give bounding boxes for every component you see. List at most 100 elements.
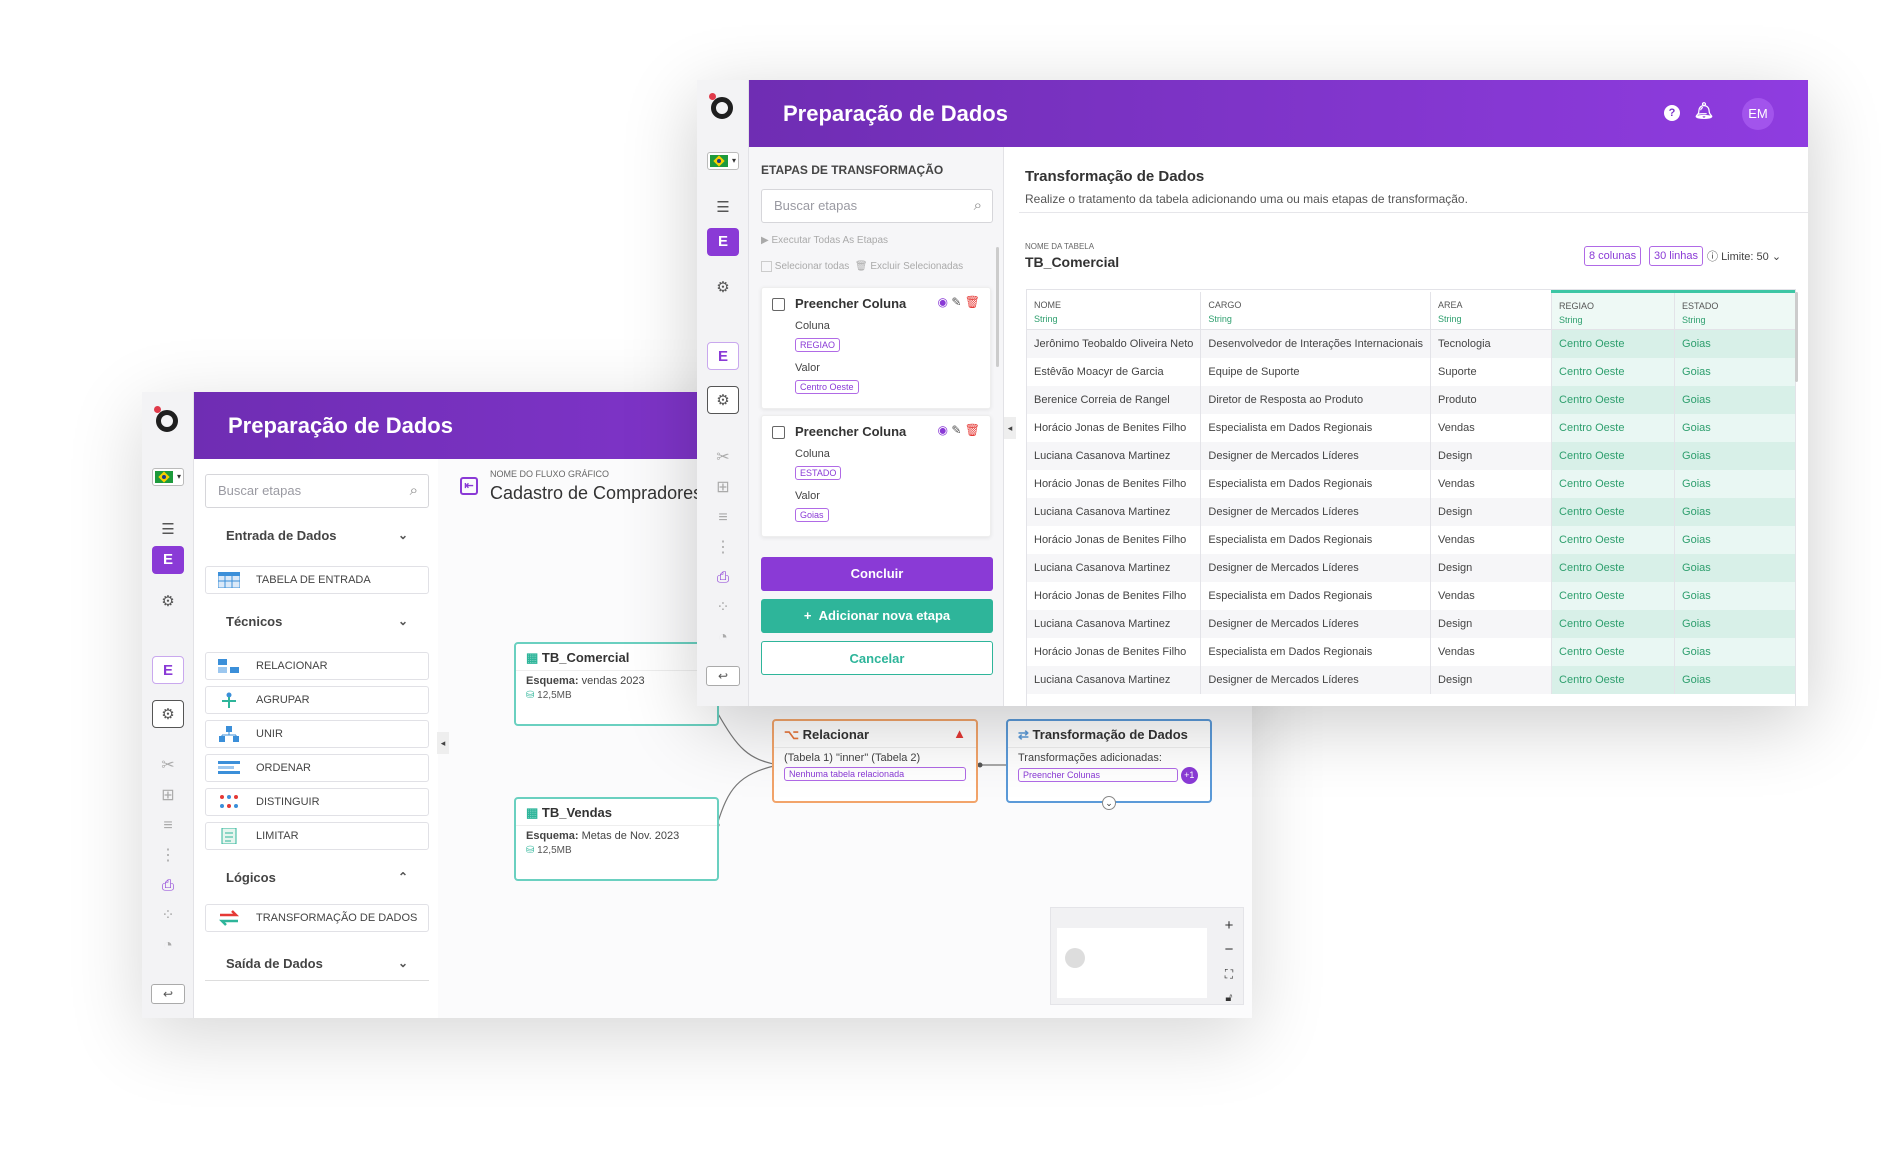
chevron-down-icon[interactable]: ⌄ (398, 956, 408, 970)
column-header[interactable]: REGIAO String (1551, 290, 1676, 330)
delete-selected-button[interactable]: Excluir Selecionadas (870, 261, 963, 272)
chart-pie-icon[interactable]: ◔ (152, 932, 184, 960)
limit-select[interactable]: ⓘ Limite: 50 ⌄ (1707, 248, 1781, 264)
gear-box-icon[interactable]: ⚙ (707, 386, 739, 414)
steps-search-input[interactable]: Buscar etapas ⌕ (761, 189, 993, 223)
menu-indent-icon[interactable]: ☰ (152, 516, 184, 544)
chevron-up-icon[interactable]: ⌃ (398, 870, 408, 884)
run-all-button[interactable]: ▶ Executar Todas As Etapas (761, 235, 888, 246)
node-tb-vendas[interactable]: ▦ TB_Vendas Esquema: Metas de Nov. 2023 … (514, 797, 719, 881)
return-icon[interactable]: ↩ (706, 666, 740, 686)
columns-icon[interactable]: ⋮ (707, 534, 739, 562)
chevron-down-icon[interactable]: ⌄ (398, 528, 408, 542)
chevron-down-icon: ⌄ (1771, 251, 1782, 263)
palette-item-agrupar[interactable]: AGRUPAR (205, 686, 429, 714)
palette-item-distinguir[interactable]: DISTINGUIR (205, 788, 429, 816)
palette-item-tabela-entrada[interactable]: TABELA DE ENTRADA (205, 566, 429, 594)
column-header[interactable]: NOME String (1027, 291, 1202, 330)
minimap[interactable]: + − ⛶ 🔓︎ (1050, 907, 1244, 1005)
step-card[interactable]: Preencher Coluna ◉ ✎ 🗑︎ Coluna ESTADO Va… (761, 415, 991, 537)
node-badge[interactable]: +1 (1180, 767, 1198, 784)
collapse-handle[interactable]: ◂ (437, 732, 449, 754)
list-icon[interactable]: ≡ (152, 812, 184, 840)
eye-icon[interactable]: ◉ (938, 423, 948, 437)
menu-indent-icon[interactable]: ☰ (707, 194, 739, 222)
gear-icon[interactable]: ⚙ (152, 588, 184, 616)
node-transformacao[interactable]: ⇄ Transformação de Dados Transformações … (1006, 719, 1212, 810)
help-icon[interactable]: ? (1664, 105, 1680, 121)
section-tecnicos[interactable]: Técnicos ⌄ (226, 614, 408, 629)
palette-item-ordenar[interactable]: ORDENAR (205, 754, 429, 782)
zoom-in-icon[interactable]: + (1221, 914, 1237, 938)
language-flag-icon[interactable]: ▾ (707, 152, 739, 170)
select-all-label[interactable]: Selecionar todas (775, 261, 850, 272)
search-icon: ⌕ (973, 197, 982, 214)
hierarchy-icon[interactable]: ⊞ (707, 474, 739, 502)
eye-icon[interactable]: ◉ (938, 295, 948, 309)
tools-icon[interactable]: ✂ (707, 444, 739, 472)
scatter-icon[interactable]: ⁘ (707, 594, 739, 622)
lock-icon[interactable]: 🔓︎ (1221, 986, 1237, 1010)
language-flag-icon[interactable]: ▾ (152, 468, 184, 486)
section-logicos[interactable]: Lógicos ⌃ (226, 870, 408, 885)
conclude-button[interactable]: Concluir (761, 557, 993, 591)
chart-pie-icon[interactable]: ◔ (707, 624, 739, 652)
table-cell: Jerônimo Teobaldo Oliveira Neto (1027, 329, 1202, 358)
select-all-checkbox[interactable] (761, 261, 772, 272)
bell-icon[interactable]: 🔔︎ (1694, 102, 1714, 122)
table-cell: Centro Oeste (1551, 497, 1676, 526)
chevron-down-icon[interactable]: ⌄ (1102, 796, 1116, 810)
table-cell: Centro Oeste (1551, 581, 1676, 610)
pencil-icon[interactable]: ✎ (951, 295, 961, 309)
table-icon: ▦ (526, 805, 539, 820)
step-value-tag: Goias (795, 508, 829, 522)
column-header[interactable]: ESTADO String (1674, 290, 1795, 330)
module-e-outline-icon[interactable]: E (707, 342, 739, 370)
document-search-icon[interactable]: ⎙ (707, 564, 739, 592)
step-checkbox[interactable] (772, 426, 785, 439)
palette-item-transformacao[interactable]: TRANSFORMAÇÃO DE DADOS (205, 904, 429, 932)
columns-icon[interactable]: ⋮ (152, 842, 184, 870)
table-cell: Goias (1674, 665, 1795, 694)
list-icon[interactable]: ≡ (707, 504, 739, 532)
module-e-outline-icon[interactable]: E (152, 656, 184, 684)
zoom-out-icon[interactable]: − (1221, 938, 1237, 962)
add-step-button[interactable]: + Adicionar nova etapa (761, 599, 993, 633)
palette-item-unir[interactable]: UNIR (205, 720, 429, 748)
section-entrada[interactable]: Entrada de Dados ⌄ (226, 528, 408, 543)
return-icon[interactable]: ↩ (151, 984, 185, 1004)
fit-view-icon[interactable]: ⛶ (1221, 962, 1237, 986)
node-tb-comercial[interactable]: ▦ TB_Comercial Esquema: vendas 2023 ⛁ 12… (514, 642, 719, 726)
collapse-handle[interactable]: ◂ (1004, 417, 1016, 439)
palette-item-relacionar[interactable]: RELACIONAR (205, 652, 429, 680)
user-avatar[interactable]: EM (1742, 98, 1774, 130)
step-checkbox[interactable] (772, 298, 785, 311)
trash-icon[interactable]: 🗑︎ (965, 423, 980, 437)
steps-scrollbar[interactable] (996, 247, 999, 367)
palette-search-input[interactable]: Buscar etapas ⌕ (205, 474, 429, 508)
column-header[interactable]: AREA String (1430, 291, 1553, 330)
app-logo (154, 406, 184, 436)
table-cell: Vendas (1430, 469, 1553, 498)
schema-value: Metas de Nov. 2023 (581, 830, 680, 842)
gear-box-icon[interactable]: ⚙ (152, 700, 184, 728)
tools-icon[interactable]: ✂ (152, 752, 184, 780)
column-header[interactable]: CARGO String (1200, 291, 1432, 330)
cancel-button[interactable]: Cancelar (761, 641, 993, 675)
section-saida[interactable]: Saída de Dados ⌄ (226, 956, 408, 971)
scatter-icon[interactable]: ⁘ (152, 902, 184, 930)
palette-item-limitar[interactable]: LIMITAR (205, 822, 429, 850)
node-relacionar[interactable]: ⌥ Relacionar ▲ (Tabela 1) "inner" (Tabela… (772, 719, 978, 803)
table-scrollbar[interactable] (1795, 292, 1798, 382)
module-e-icon[interactable]: E (707, 228, 739, 256)
chevron-down-icon[interactable]: ⌄ (398, 614, 408, 628)
module-e-icon[interactable]: E (152, 546, 184, 574)
section-label: Entrada de Dados (226, 528, 337, 543)
gear-icon[interactable]: ⚙ (707, 274, 739, 302)
trash-icon[interactable]: 🗑︎ (965, 295, 980, 309)
table-cell: Suporte (1430, 357, 1553, 386)
document-search-icon[interactable]: ⎙ (152, 872, 184, 900)
step-card[interactable]: Preencher Coluna ◉ ✎ 🗑︎ Coluna REGIAO Va… (761, 287, 991, 409)
pencil-icon[interactable]: ✎ (951, 423, 961, 437)
hierarchy-icon[interactable]: ⊞ (152, 782, 184, 810)
